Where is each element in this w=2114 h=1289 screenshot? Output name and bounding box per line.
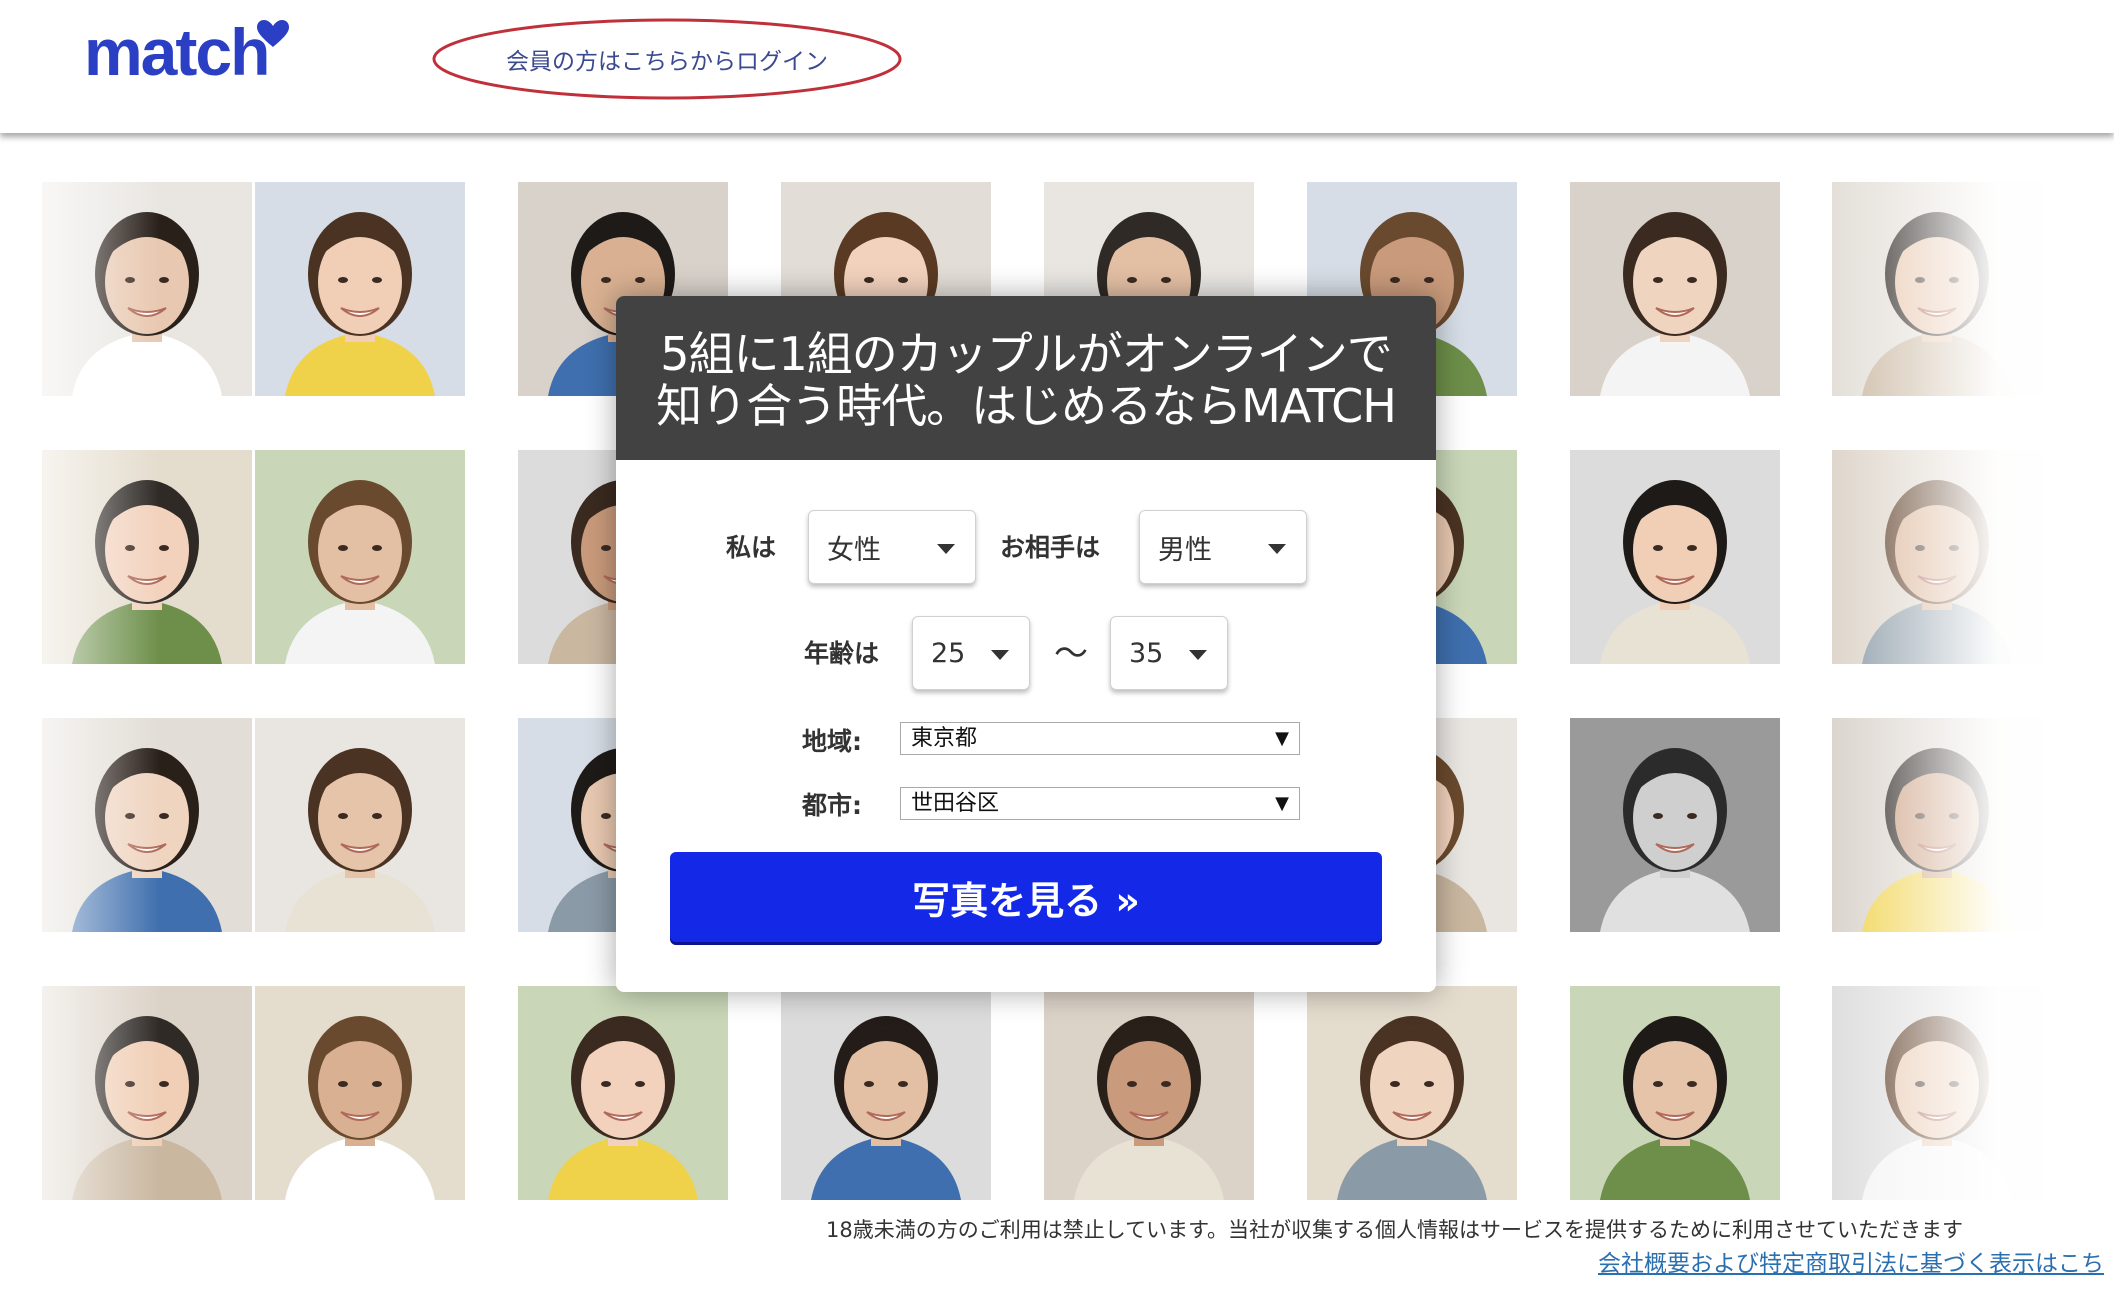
dropdown-arrow-icon: ▼ (1275, 728, 1289, 749)
partner-label: お相手は (1000, 533, 1101, 562)
login-area: 会員の方はこちらからログイン (430, 17, 904, 101)
profile-photo (1570, 986, 1780, 1200)
right-fade-overlay (1820, 133, 2114, 1233)
age-min-value: 25 (931, 637, 966, 669)
panel-title: 5組に1組のカップルがオンラインで 知り合う時代。はじめるならMATCH (656, 327, 1397, 433)
age-separator: 〜 (1054, 634, 1088, 674)
chevron-down-icon (937, 544, 955, 554)
panel-header: 5組に1組のカップルがオンラインで 知り合う時代。はじめるならMATCH (616, 296, 1436, 460)
signup-panel: 5組に1組のカップルがオンラインで 知り合う時代。はじめるならMATCH 私は … (616, 296, 1436, 992)
age-restriction-notice: 18歳未満の方のご利用は禁止しています。当社が収集する個人情報はサービスを提供す… (826, 1218, 1963, 1242)
left-fade-overlay (0, 133, 160, 1233)
city-value: 世田谷区 (911, 791, 1000, 816)
partner-gender-value: 男性 (1158, 534, 1212, 566)
region-label: 地域: (802, 727, 862, 756)
profile-photo (1570, 718, 1780, 932)
gender-value: 女性 (827, 534, 881, 566)
age-max-value: 35 (1129, 637, 1164, 669)
profile-photo (255, 182, 465, 396)
profile-photo (781, 986, 991, 1200)
region-value: 東京都 (911, 726, 978, 751)
profile-photo (1307, 986, 1517, 1200)
site-header: match 会員の方はこちらからログイン (0, 0, 2114, 133)
profile-photo (1570, 182, 1780, 396)
heart-icon (257, 20, 289, 47)
member-login-link[interactable]: 会員の方はこちらからログイン (430, 17, 904, 101)
region-select[interactable]: 東京都 ▼ (900, 722, 1300, 755)
age-max-select[interactable]: 35 (1110, 616, 1228, 690)
profile-photo (518, 986, 728, 1200)
profile-photo (255, 450, 465, 664)
profile-photo (255, 986, 465, 1200)
age-label: 年齢は (804, 639, 880, 668)
gender-select[interactable]: 女性 (808, 510, 976, 584)
match-logo[interactable]: match (84, 12, 270, 92)
partner-gender-select[interactable]: 男性 (1139, 510, 1307, 584)
profile-photo (255, 718, 465, 932)
company-info-link[interactable]: 会社概要および特定商取引法に基づく表示はこち (1598, 1244, 2104, 1278)
city-select[interactable]: 世田谷区 ▼ (900, 787, 1300, 820)
age-min-select[interactable]: 25 (912, 616, 1030, 690)
dropdown-arrow-icon: ▼ (1275, 793, 1289, 814)
profile-photo (1044, 986, 1254, 1200)
city-label: 都市: (802, 791, 862, 820)
profile-photo (1570, 450, 1780, 664)
i-am-label: 私は (726, 533, 777, 562)
view-photos-button[interactable]: 写真を見る » (670, 852, 1382, 942)
chevron-down-icon (1268, 544, 1286, 554)
chevron-down-icon (1189, 650, 1207, 660)
chevron-down-icon (991, 650, 1009, 660)
